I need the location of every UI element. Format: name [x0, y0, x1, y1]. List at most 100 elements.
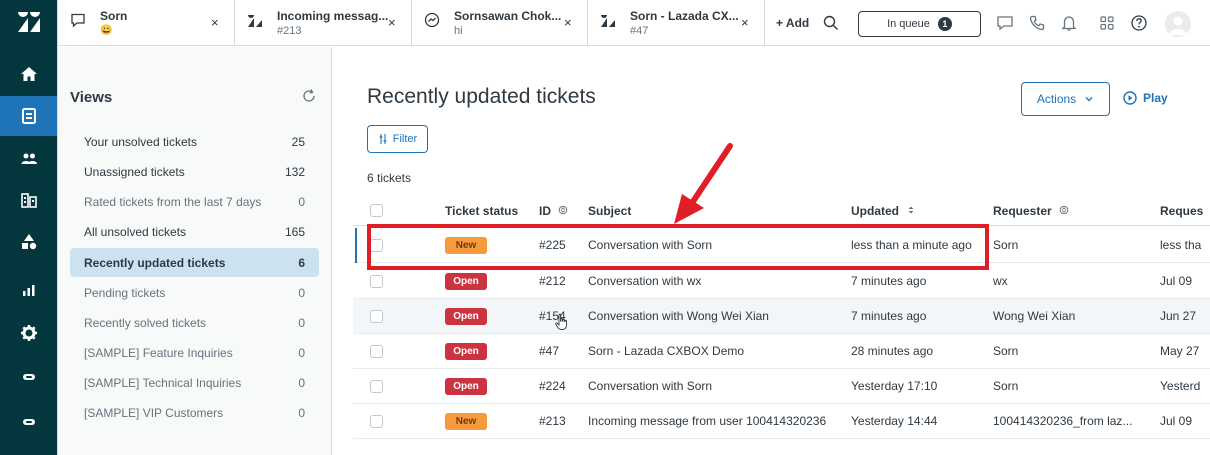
zendesk-logo-icon[interactable] — [18, 12, 40, 32]
view-pending[interactable]: Pending tickets 0 — [70, 279, 319, 306]
search-icon[interactable] — [822, 14, 840, 32]
close-icon[interactable]: × — [211, 15, 219, 30]
nav-views-button[interactable] — [0, 96, 57, 136]
view-count: 165 — [284, 224, 305, 239]
row-checkbox[interactable] — [370, 380, 383, 393]
ticket-requested: Yesterd — [1160, 379, 1201, 393]
view-label: All unsolved tickets — [84, 224, 187, 239]
view-label: Your unsolved tickets — [84, 134, 197, 149]
status-badge: New — [445, 413, 487, 430]
tab-sorn-lazada[interactable]: Sorn - Lazada CX... #47 × — [588, 0, 765, 46]
nav-admin-button[interactable] — [0, 313, 57, 353]
nav-app-button-2[interactable] — [0, 402, 57, 442]
row-checkbox[interactable] — [370, 310, 383, 323]
view-label: Pending tickets — [84, 285, 166, 300]
nav-analytics-button[interactable] — [0, 270, 57, 310]
view-label: Rated tickets from the last 7 days — [84, 194, 262, 209]
tab-subtitle: hi — [454, 25, 463, 37]
ticket-updated: Yesterday 14:44 — [851, 414, 938, 428]
bar-chart-icon — [22, 285, 34, 296]
close-icon[interactable]: × — [564, 15, 572, 30]
tab-incoming-message[interactable]: Incoming messag... #213 × — [235, 0, 412, 46]
filter-button[interactable]: Filter — [367, 125, 428, 153]
nav-app-button[interactable] — [0, 357, 57, 397]
view-rated-last-7-days[interactable]: Rated tickets from the last 7 days 0 — [70, 188, 319, 215]
avatar[interactable] — [1165, 11, 1191, 37]
ticket-subject[interactable]: Incoming message from user 100414320236 — [588, 414, 826, 428]
view-count: 0 — [298, 315, 305, 330]
tab-title: Sorn — [100, 9, 128, 23]
view-sample-feature-inquiries[interactable]: [SAMPLE] Feature Inquiries 0 — [70, 339, 319, 366]
nav-home-button[interactable] — [0, 54, 57, 94]
user-avatar-icon — [1169, 16, 1187, 35]
view-all-unsolved[interactable]: All unsolved tickets 165 — [70, 218, 319, 245]
nav-organizations-button[interactable] — [0, 180, 57, 220]
app-icon — [22, 374, 35, 380]
view-sample-technical-inquiries[interactable]: [SAMPLE] Technical Inquiries 0 — [70, 369, 319, 396]
close-icon[interactable]: × — [388, 15, 396, 30]
view-count: 0 — [298, 285, 305, 300]
phone-icon[interactable] — [1028, 14, 1046, 32]
nav-customers-button[interactable] — [0, 139, 57, 179]
help-icon[interactable] — [1130, 14, 1148, 32]
view-sample-vip-customers[interactable]: [SAMPLE] VIP Customers 0 — [70, 399, 319, 426]
notification-bell-icon[interactable] — [1060, 14, 1078, 32]
table-row[interactable]: New #213 Incoming message from user 1004… — [353, 404, 1210, 439]
table-row[interactable]: Open #47 Sorn - Lazada CXBOX Demo 28 min… — [353, 334, 1210, 369]
row-checkbox[interactable] — [370, 275, 383, 288]
add-tab-button[interactable]: + Add — [776, 0, 809, 46]
ticket-subject[interactable]: Conversation with wx — [588, 274, 701, 288]
ticket-requested: Jun 27 — [1160, 309, 1197, 323]
column-requester-label: Requester — [993, 204, 1052, 218]
view-count: 0 — [298, 375, 305, 390]
tab-sornsawan-chok[interactable]: Sornsawan Chok... hi × — [412, 0, 588, 46]
view-your-unsolved[interactable]: Your unsolved tickets 25 — [70, 128, 319, 155]
ticket-id: #212 — [539, 274, 566, 288]
view-recently-updated[interactable]: Recently updated tickets 6 — [70, 248, 319, 277]
actions-dropdown-button[interactable]: Actions — [1021, 82, 1110, 116]
column-updated-label: Updated — [851, 204, 899, 218]
close-icon[interactable]: × — [741, 15, 749, 30]
status-badge: Open — [445, 378, 487, 395]
tab-sorn-chat[interactable]: Sorn 😀 × — [58, 0, 235, 46]
column-updated[interactable]: Updated — [851, 204, 916, 218]
view-unassigned[interactable]: Unassigned tickets 132 — [70, 158, 319, 185]
view-recently-solved[interactable]: Recently solved tickets 0 — [70, 309, 319, 336]
column-ticket-status[interactable]: Ticket status — [445, 204, 518, 218]
column-id[interactable]: ID — [539, 204, 568, 218]
hand-cursor-icon — [555, 313, 567, 330]
refresh-icon[interactable] — [301, 88, 317, 104]
ticket-requester: wx — [993, 274, 1008, 288]
chat-status-icon[interactable] — [996, 14, 1014, 32]
tab-bar: Sorn 😀 × Incoming messag... #213 × Sorns… — [58, 0, 1210, 46]
filter-label: Filter — [392, 133, 418, 145]
ticket-subject[interactable]: Sorn - Lazada CXBOX Demo — [588, 344, 744, 358]
column-requested[interactable]: Reques — [1160, 204, 1203, 218]
play-button[interactable]: Play — [1123, 91, 1168, 105]
ticket-requested: May 27 — [1160, 344, 1200, 358]
status-badge: Open — [445, 273, 487, 290]
row-checkbox[interactable] — [370, 415, 383, 428]
view-label: Unassigned tickets — [84, 164, 185, 179]
in-queue-button[interactable]: In queue 1 — [858, 11, 981, 37]
ticket-updated: 7 minutes ago — [851, 309, 927, 323]
lazada-icon — [601, 15, 615, 27]
ticket-updated: 28 minutes ago — [851, 344, 934, 358]
view-label: [SAMPLE] Feature Inquiries — [84, 345, 233, 360]
row-checkbox[interactable] — [370, 345, 383, 358]
table-header: Ticket status ID Subject Updated Request… — [353, 196, 1210, 226]
column-subject[interactable]: Subject — [588, 204, 631, 218]
ticket-subject[interactable]: Conversation with Wong Wei Xian — [588, 309, 769, 323]
lazada-icon — [248, 15, 262, 27]
select-all-checkbox[interactable] — [370, 204, 383, 217]
column-requester[interactable]: Requester — [993, 204, 1069, 218]
ticket-subject[interactable]: Conversation with Sorn — [588, 379, 712, 393]
play-icon — [1123, 91, 1137, 105]
table-row[interactable]: Open #224 Conversation with Sorn Yesterd… — [353, 369, 1210, 404]
nav-reporting-shapes-button[interactable] — [0, 222, 57, 262]
play-label: Play — [1143, 91, 1168, 105]
status-badge: Open — [445, 343, 487, 360]
settings-gear-icon — [20, 325, 37, 341]
table-row[interactable]: Open #154 Conversation with Wong Wei Xia… — [353, 299, 1210, 334]
product-tray-icon[interactable] — [1098, 14, 1116, 32]
